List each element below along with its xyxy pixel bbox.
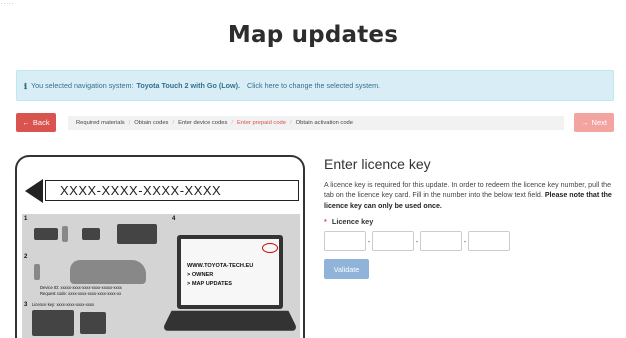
form-description: A licence key is required for this updat… xyxy=(324,180,614,211)
licence-key-card-illustration: XXXX-XXXX-XXXX-XXXX 1 2 3 4 Device ID: x… xyxy=(15,155,305,338)
step-separator: / xyxy=(128,120,131,126)
arrow-left-icon: ← xyxy=(22,118,30,127)
licence-key-form: Enter licence key A licence key is requi… xyxy=(324,156,614,280)
licence-key-text: Licence key: xxxx-xxxx-xxxx-xxxx xyxy=(32,302,95,307)
panel-number: 1 xyxy=(24,216,28,222)
selected-system: Toyota Touch 2 with Go (Low). xyxy=(136,81,241,90)
site-url: WWW.TOYOTA-TECH.EU xyxy=(187,263,254,269)
licence-key-label-text: Licence key xyxy=(331,217,374,227)
step-item: Obtain activation code xyxy=(295,120,354,126)
step-separator: / xyxy=(172,120,175,126)
step-item: Obtain codes xyxy=(134,120,169,126)
navigation-unit-icon xyxy=(34,228,58,240)
info-icon: ℹ xyxy=(24,80,28,91)
step-item: Required materials xyxy=(76,120,125,126)
required-asterisk: * xyxy=(324,217,327,227)
validate-button[interactable]: Validate xyxy=(324,259,369,280)
device-icon xyxy=(82,228,100,240)
step-breadcrumb: Required materials / Obtain codes / Ente… xyxy=(68,116,564,130)
licence-key-label: * Licence key xyxy=(324,217,614,226)
back-button[interactable]: ← Back xyxy=(16,113,56,132)
corner-dots: ····· xyxy=(1,1,15,7)
site-owner-link: > OWNER xyxy=(187,272,214,278)
laptop-icon xyxy=(117,224,157,244)
step-separator: / xyxy=(290,120,292,126)
panel-number: 3 xyxy=(24,302,28,308)
request-code-text: Request code: xxxx-xxxx-xxxx-xxxx-xxxx-x… xyxy=(40,291,122,296)
step-separator: / xyxy=(231,120,234,126)
back-label: Back xyxy=(32,118,50,127)
car-icon xyxy=(70,260,146,284)
site-map-updates-link: > MAP UPDATES xyxy=(187,281,233,287)
next-button[interactable]: → Next xyxy=(574,113,614,132)
licence-key-part-3[interactable] xyxy=(420,231,462,252)
licence-card-icon xyxy=(32,310,74,336)
panel-number: 2 xyxy=(24,254,28,260)
form-heading: Enter licence key xyxy=(324,156,431,172)
next-label: Next xyxy=(591,118,607,127)
toyota-logo-icon xyxy=(262,243,278,253)
licence-key-part-1[interactable] xyxy=(324,231,366,252)
step-item-active: Enter prepaid code xyxy=(237,120,287,126)
usb-stick-icon xyxy=(34,264,40,280)
info-alert: ℹ You selected navigation system: Toyota… xyxy=(16,70,614,101)
navigation-unit-icon xyxy=(80,312,106,334)
page-title: Map updates xyxy=(227,22,399,48)
usb-stick-icon xyxy=(62,226,68,242)
laptop-keyboard xyxy=(161,310,299,331)
info-prefix: You selected navigation system: xyxy=(31,81,134,90)
licence-key-part-2[interactable] xyxy=(372,231,414,252)
arrow-right-icon: → xyxy=(581,118,589,127)
panel-number: 4 xyxy=(172,216,176,222)
step-item: Enter device codes xyxy=(178,120,228,126)
licence-key-inputs: - - - xyxy=(324,231,614,252)
licence-key-placeholder: XXXX-XXXX-XXXX-XXXX xyxy=(45,180,299,201)
change-system-link[interactable]: Click here to change the selected system… xyxy=(247,81,380,90)
device-id-text: Device ID: xxxxx-xxxx-xxxx-xxxx-xxxxx-xx… xyxy=(40,285,122,290)
licence-key-part-4[interactable] xyxy=(468,231,510,252)
pull-arrow-icon xyxy=(25,179,43,203)
